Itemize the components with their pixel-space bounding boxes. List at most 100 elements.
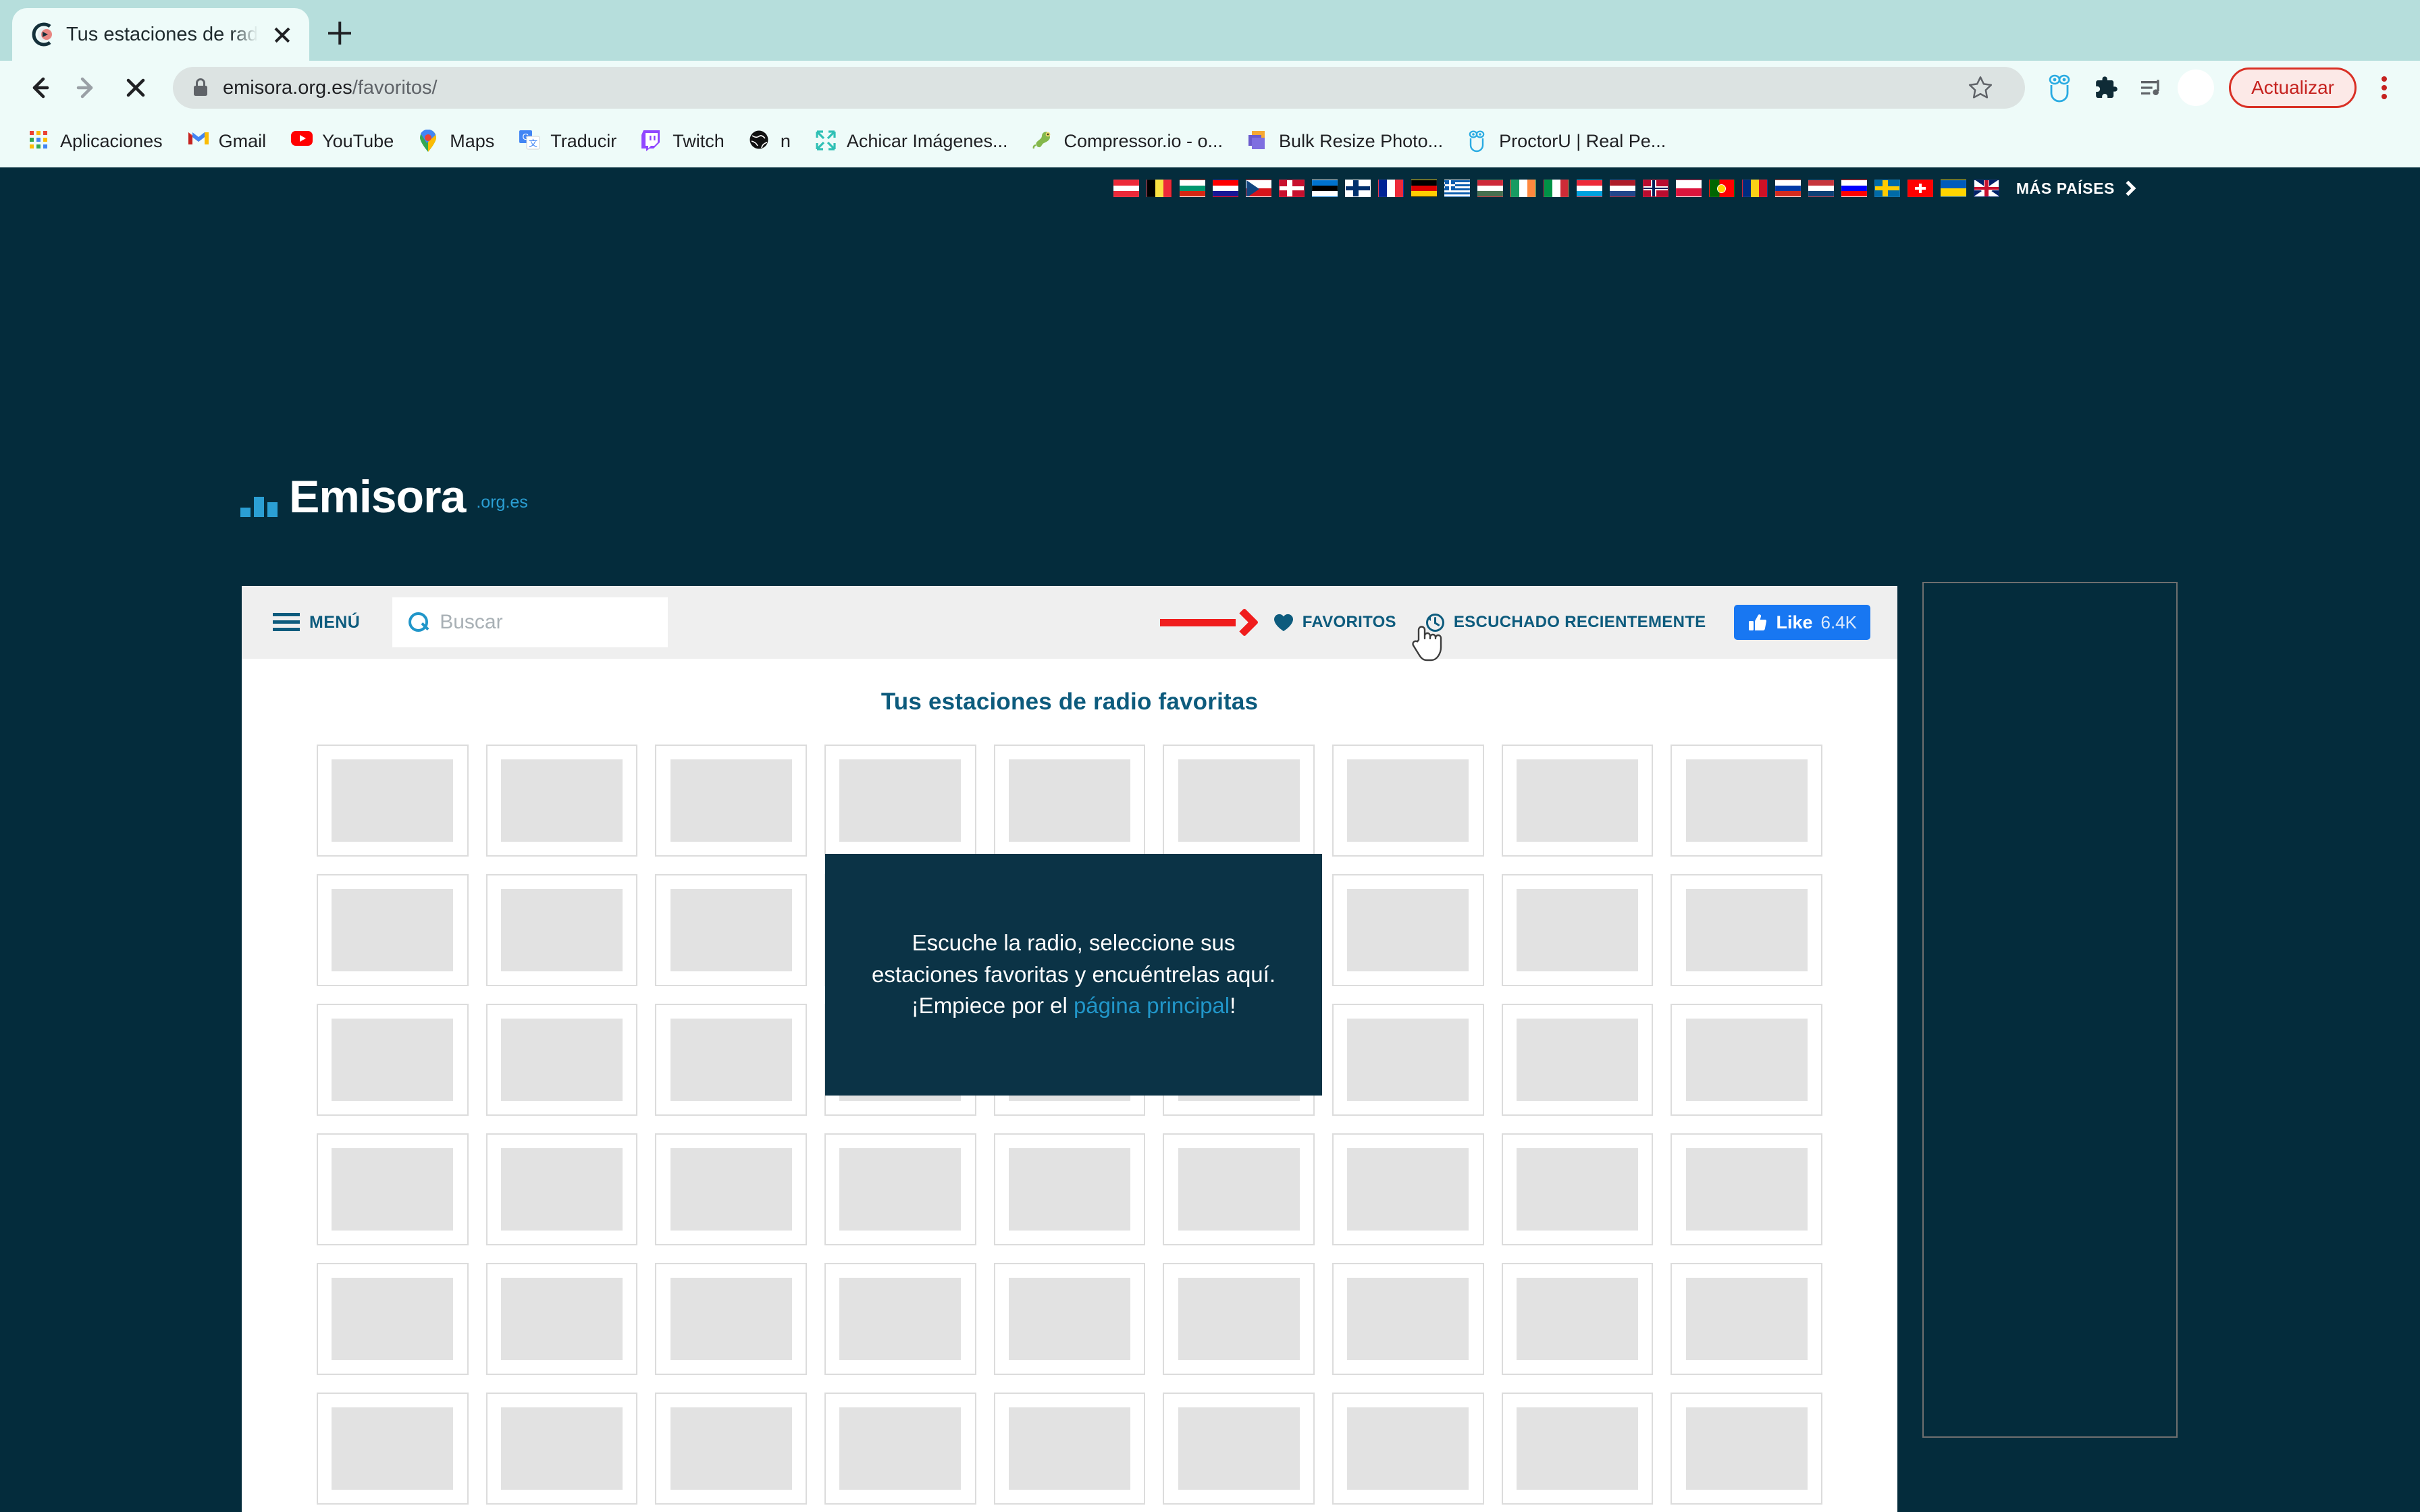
station-card[interactable] <box>1501 1263 1654 1375</box>
station-card[interactable] <box>824 745 976 857</box>
bookmark-proctoru[interactable]: ProctorU | Real Pe... <box>1458 126 1675 157</box>
flag-icon[interactable] <box>1245 180 1271 197</box>
station-card[interactable] <box>655 745 807 857</box>
bookmark-star-icon[interactable] <box>1955 67 2006 109</box>
station-card[interactable] <box>317 745 469 857</box>
station-card[interactable] <box>655 1004 807 1116</box>
station-card[interactable] <box>1671 1004 1822 1116</box>
bookmark-youtube[interactable]: YouTube <box>281 126 403 157</box>
flag-icon[interactable] <box>1510 180 1536 197</box>
flag-icon[interactable] <box>1973 180 1999 197</box>
flag-icon[interactable] <box>1344 180 1371 197</box>
browser-tab[interactable]: Tus estaciones de radio favoritas <box>12 8 309 61</box>
station-card[interactable] <box>1671 745 1822 857</box>
station-card[interactable] <box>485 1004 638 1116</box>
station-card[interactable] <box>1163 1263 1315 1375</box>
kebab-menu-icon[interactable] <box>2366 67 2402 109</box>
bookmark-maps[interactable]: Maps <box>409 126 504 157</box>
update-button[interactable]: Actualizar <box>2229 68 2357 108</box>
station-card[interactable] <box>993 1263 1146 1375</box>
station-card[interactable] <box>1332 1133 1484 1245</box>
station-card[interactable] <box>1501 1004 1654 1116</box>
station-card[interactable] <box>317 1004 469 1116</box>
flag-icon[interactable] <box>1411 180 1437 197</box>
flag-icon[interactable] <box>1179 180 1205 197</box>
flag-icon[interactable] <box>1841 180 1867 197</box>
station-card[interactable] <box>824 1263 976 1375</box>
close-icon[interactable] <box>269 21 296 48</box>
recently-listened-link[interactable]: ESCUCHADO RECIENTEMENTE <box>1425 612 1706 632</box>
station-card[interactable] <box>1163 1393 1315 1505</box>
flag-icon[interactable] <box>1708 180 1735 197</box>
station-card[interactable] <box>1332 1393 1484 1505</box>
owl-extension-icon[interactable] <box>2040 68 2079 107</box>
station-card[interactable] <box>1501 745 1654 857</box>
station-card[interactable] <box>485 745 638 857</box>
station-card[interactable] <box>317 1393 469 1505</box>
station-card[interactable] <box>1332 745 1484 857</box>
bookmark-achicar-imagenes[interactable]: Achicar Imágenes... <box>806 126 1018 157</box>
station-card[interactable] <box>993 745 1146 857</box>
station-card[interactable] <box>485 1263 638 1375</box>
media-control-icon[interactable] <box>2132 68 2171 107</box>
station-card[interactable] <box>655 874 807 986</box>
flag-icon[interactable] <box>1576 180 1602 197</box>
flag-icon[interactable] <box>1741 180 1768 197</box>
flag-icon[interactable] <box>1113 180 1139 197</box>
bookmark-compressor[interactable]: Compressor.io - o... <box>1022 126 1232 157</box>
station-card[interactable] <box>317 1133 469 1245</box>
search-input[interactable]: Buscar <box>392 597 668 647</box>
flag-icon[interactable] <box>1675 180 1702 197</box>
flag-icon[interactable] <box>1377 180 1404 197</box>
flag-icon[interactable] <box>1477 180 1503 197</box>
station-card[interactable] <box>1332 1263 1484 1375</box>
site-logo[interactable]: Emisora .org.es <box>240 474 528 520</box>
station-card[interactable] <box>1163 1133 1315 1245</box>
flag-icon[interactable] <box>1543 180 1569 197</box>
flag-icon[interactable] <box>1444 180 1470 197</box>
station-card[interactable] <box>485 1133 638 1245</box>
station-card[interactable] <box>1163 745 1315 857</box>
flag-icon[interactable] <box>1146 180 1172 197</box>
station-card[interactable] <box>824 1133 976 1245</box>
flag-icon[interactable] <box>1907 180 1933 197</box>
extensions-puzzle-icon[interactable] <box>2086 68 2125 107</box>
new-tab-button[interactable] <box>315 8 365 58</box>
station-card[interactable] <box>1332 874 1484 986</box>
bookmark-traducir[interactable]: G 文 Traducir <box>509 126 626 157</box>
flag-icon[interactable] <box>1609 180 1635 197</box>
station-card[interactable] <box>1501 874 1654 986</box>
bookmark-n[interactable]: n <box>739 126 800 157</box>
bookmark-apps[interactable]: Aplicaciones <box>19 126 172 157</box>
homepage-link[interactable]: página principal <box>1074 993 1230 1018</box>
station-card[interactable] <box>993 1133 1146 1245</box>
station-card[interactable] <box>655 1263 807 1375</box>
facebook-like-button[interactable]: Like 6.4K <box>1734 605 1870 640</box>
station-card[interactable] <box>1671 1393 1822 1505</box>
flag-icon[interactable] <box>1311 180 1338 197</box>
station-card[interactable] <box>1501 1393 1654 1505</box>
station-card[interactable] <box>317 1263 469 1375</box>
station-card[interactable] <box>1671 1263 1822 1375</box>
profile-avatar[interactable] <box>2178 70 2215 106</box>
station-card[interactable] <box>824 1393 976 1505</box>
station-card[interactable] <box>485 1393 638 1505</box>
station-card[interactable] <box>485 874 638 986</box>
more-countries-link[interactable]: MÁS PAÍSES <box>2016 180 2136 198</box>
station-card[interactable] <box>317 874 469 986</box>
flag-icon[interactable] <box>1278 180 1305 197</box>
flag-icon[interactable] <box>1940 180 1966 197</box>
station-card[interactable] <box>993 1393 1146 1505</box>
station-card[interactable] <box>1671 874 1822 986</box>
flag-icon[interactable] <box>1874 180 1900 197</box>
stop-loading-icon[interactable] <box>115 67 157 109</box>
flag-icon[interactable] <box>1642 180 1668 197</box>
favorites-link[interactable]: FAVORITOS <box>1273 613 1396 632</box>
bookmark-twitch[interactable]: Twitch <box>631 126 734 157</box>
flag-icon[interactable] <box>1212 180 1238 197</box>
bookmark-bulk-resize[interactable]: Bulk Resize Photo... <box>1238 126 1452 157</box>
address-bar[interactable]: emisora.org.es/favoritos/ <box>173 67 2026 109</box>
station-card[interactable] <box>1332 1004 1484 1116</box>
back-arrow-icon[interactable] <box>18 67 59 109</box>
flag-icon[interactable] <box>1774 180 1801 197</box>
